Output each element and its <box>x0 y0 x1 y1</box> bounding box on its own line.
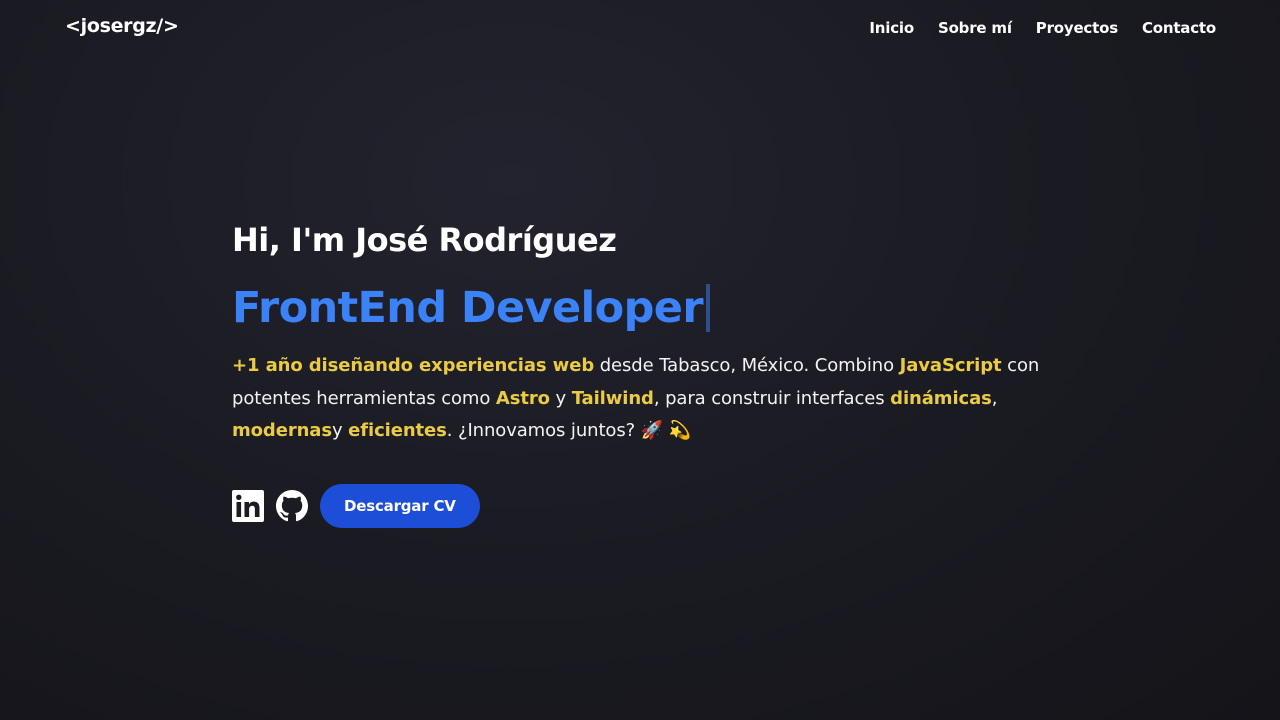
site-logo[interactable]: <josergz/> <box>65 15 179 37</box>
navbar: <josergz/> Inicio Sobre mí Proyectos Con… <box>0 0 1280 60</box>
bio-text: desde Tabasco, México. Combino <box>594 355 900 376</box>
bio-highlight-javascript: JavaScript <box>899 355 1002 376</box>
linkedin-link[interactable] <box>232 489 264 522</box>
bio-text: y <box>549 387 572 409</box>
hero-section: Hi, I'm José Rodríguez FrontEnd Develope… <box>232 218 1052 528</box>
nav-link-proyectos[interactable]: Proyectos <box>1036 19 1118 37</box>
bio-highlight-tailwind: Tailwind <box>571 387 654 409</box>
bio-highlight-eficientes: eficientes <box>348 420 447 441</box>
role-line: FrontEnd Developer <box>232 280 1052 336</box>
download-cv-button[interactable]: Descargar CV <box>320 483 480 528</box>
hero-role: FrontEnd Developer <box>232 283 704 333</box>
bio-highlight-astro: Astro <box>495 387 550 409</box>
bio-text: , <box>991 387 998 409</box>
hero-actions: Descargar CV <box>232 483 1052 528</box>
hero-greeting: Hi, I'm José Rodríguez <box>232 221 617 259</box>
nav-link-sobre-mi[interactable]: Sobre mí <box>938 19 1012 37</box>
typing-caret <box>705 284 710 332</box>
hero-bio: +1 año diseñando experiencias web desde … <box>232 350 1052 448</box>
bio-highlight-experience: +1 año diseñando experiencias web <box>232 355 595 376</box>
main-nav: Inicio Sobre mí Proyectos Contacto <box>869 19 1216 37</box>
nav-link-inicio[interactable]: Inicio <box>869 19 914 37</box>
bio-highlight-modernas: modernas <box>232 420 332 441</box>
bio-highlight-dinamicas: dinámicas <box>890 387 992 409</box>
github-link[interactable] <box>276 489 308 522</box>
bio-text: , para construir interfaces <box>653 387 891 409</box>
nav-link-contacto[interactable]: Contacto <box>1142 19 1216 37</box>
bio-text: . ¿Innovamos juntos? 🚀 💫 <box>446 420 691 441</box>
github-icon <box>276 489 308 522</box>
bio-text: y <box>331 420 349 441</box>
linkedin-icon <box>232 489 264 522</box>
